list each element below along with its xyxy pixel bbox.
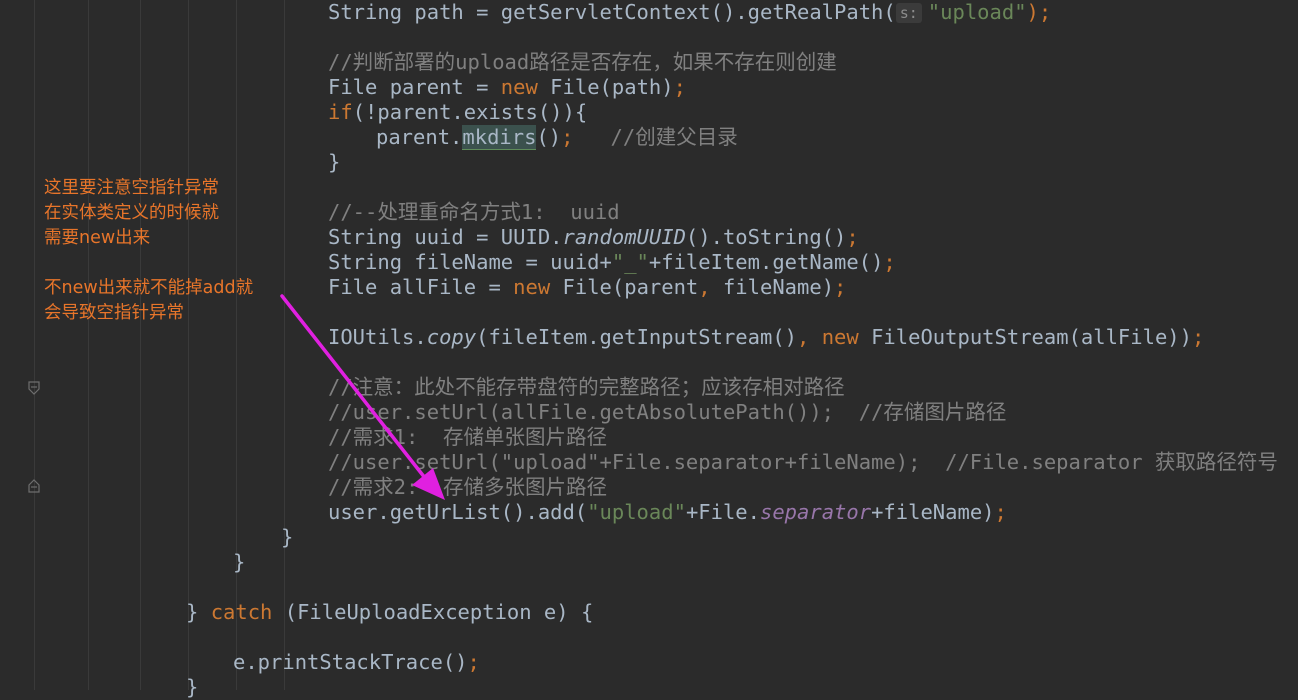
annotation-arrow bbox=[280, 294, 445, 500]
